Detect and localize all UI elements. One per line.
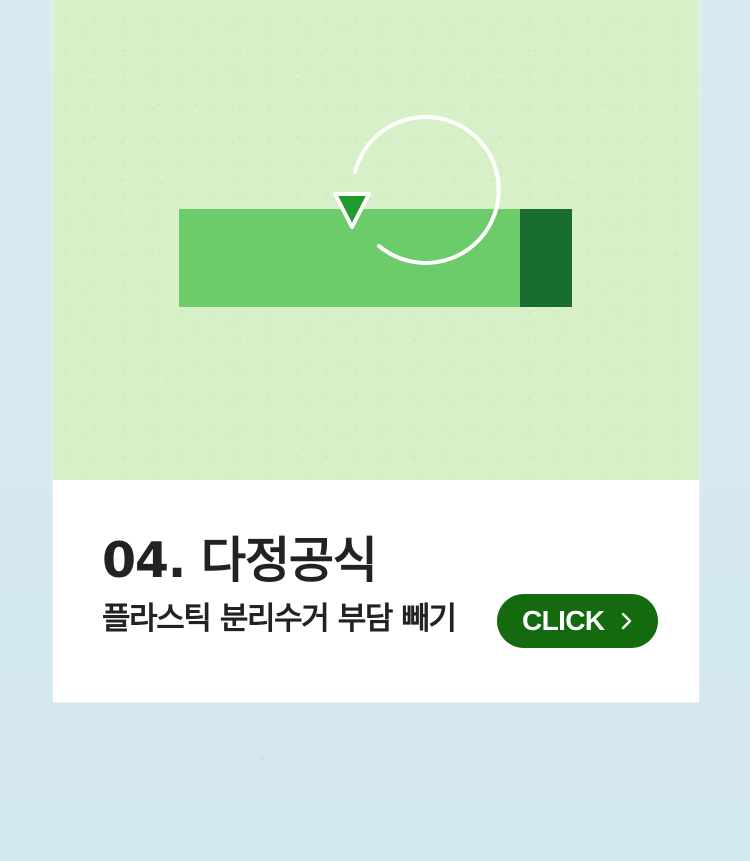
click-button[interactable]: CLICK	[497, 594, 658, 648]
dark-green-cap	[520, 209, 572, 307]
section-subtitle: 플라스틱 분리수거 부담 빼기	[102, 601, 457, 637]
recycling-illustration	[179, 115, 572, 307]
content-card: 04. 다정공식 플라스틱 분리수거 부담 빼기 CLICK	[53, 0, 699, 702]
chevron-right-icon	[621, 612, 632, 630]
illustration-panel	[53, 0, 699, 480]
click-button-label: CLICK	[522, 605, 605, 636]
section-title: 04. 다정공식	[102, 532, 378, 589]
